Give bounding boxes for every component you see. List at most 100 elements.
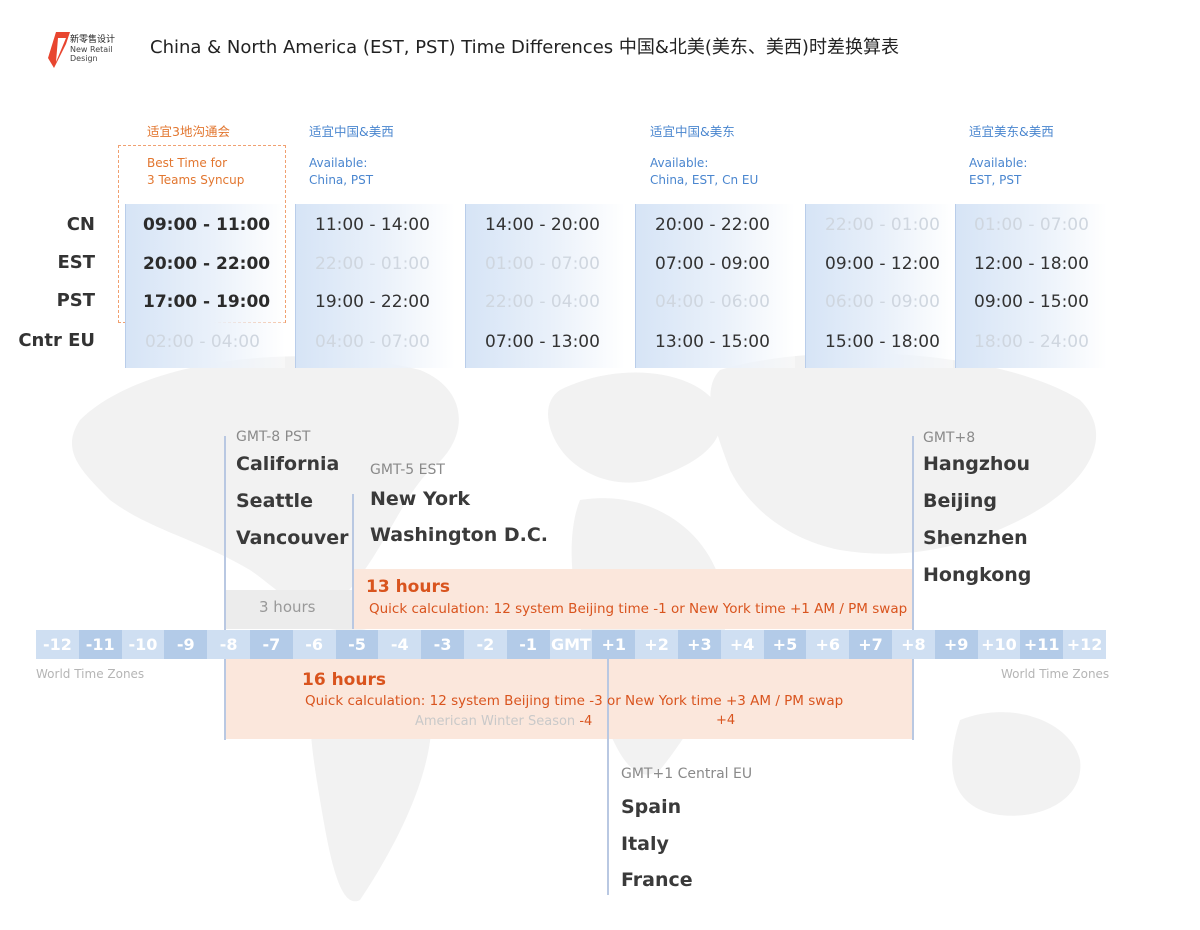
tz-cell: +12	[1063, 630, 1106, 659]
eu-zone-label: GMT+1 Central EU	[621, 766, 753, 782]
logo-text: 新零售设计 New Retail Design	[70, 35, 120, 64]
time-column-2: 11:00 - 14:00 22:00 - 01:00 19:00 - 22:0…	[295, 204, 455, 368]
tz-cell: +10	[977, 630, 1021, 659]
time-cell: 22:00 - 04:00	[485, 292, 600, 312]
city-hangzhou: Hangzhou	[923, 453, 1031, 475]
time-cell: 19:00 - 22:00	[315, 292, 430, 312]
est-pst-available-label: Available: EST, PST	[969, 155, 1027, 189]
logo-brand: 新零售设计	[70, 35, 116, 45]
time-cell: 07:00 - 13:00	[485, 332, 600, 352]
tz-cell: -1	[506, 630, 550, 659]
scale-caption-left: World Time Zones	[36, 667, 145, 681]
tz-cell: -6	[292, 630, 336, 659]
cn-zone-label: GMT+8	[923, 430, 976, 446]
row-label-cn: CN	[66, 214, 95, 235]
time-cell: 04:00 - 06:00	[655, 292, 770, 312]
scale-caption-right: World Time Zones	[1001, 667, 1110, 681]
cn-est-available-line1: Available:	[650, 156, 709, 170]
tz-cell: +6	[806, 630, 850, 659]
time-cell: 01:00 - 07:00	[485, 254, 600, 274]
time-column-3: 14:00 - 20:00 01:00 - 07:00 22:00 - 04:0…	[465, 204, 625, 368]
time-cell: 12:00 - 18:00	[974, 254, 1089, 274]
cn-pst-available-line1: Available:	[309, 156, 368, 170]
tz-cell: -12	[36, 630, 79, 659]
gmt-scale: -12 -11 -10 -9 -8 -7 -6 -5 -4 -3 -2 -1 GMT +1 +2 +3 +4 +5…	[36, 630, 1106, 659]
time-cell: 09:00 - 15:00	[974, 292, 1089, 312]
city-new-york: New York	[370, 488, 471, 510]
winter-plus: +4	[716, 713, 736, 728]
tz-cell: +4	[720, 630, 764, 659]
sixteen-hours-quick-calc: Quick calculation: 12 system Beijing tim…	[305, 693, 844, 709]
city-france: France	[621, 869, 693, 891]
time-column-4: 20:00 - 22:00 07:00 - 09:00 04:00 - 06:0…	[635, 204, 795, 368]
tz-cell: -2	[463, 630, 507, 659]
time-cell: 18:00 - 24:00	[974, 332, 1089, 352]
tz-cell: GMT	[549, 630, 593, 659]
best-time-en-label: Best Time for 3 Teams Syncup	[147, 155, 244, 189]
time-column-6: 01:00 - 07:00 12:00 - 18:00 09:00 - 15:0…	[955, 204, 1107, 368]
time-cell: 11:00 - 14:00	[315, 215, 430, 235]
tz-cell: +8	[891, 630, 935, 659]
city-hongkong: Hongkong	[923, 564, 1032, 586]
tz-cell: -4	[378, 630, 422, 659]
tz-cell: -9	[164, 630, 208, 659]
sixteen-hours-title: 16 hours	[302, 670, 386, 690]
time-cell: 09:00 - 12:00	[825, 254, 940, 274]
time-cell: 22:00 - 01:00	[315, 254, 430, 274]
time-cell: 01:00 - 07:00	[974, 215, 1089, 235]
tz-cell: +7	[849, 630, 892, 659]
thirteen-hours-quick-calc: Quick calculation: 12 system Beijing tim…	[369, 601, 908, 617]
thirteen-hours-title: 13 hours	[366, 577, 450, 597]
best-time-cn-label: 适宜3地沟通会	[147, 124, 230, 139]
city-shenzhen: Shenzhen	[923, 527, 1028, 549]
page-title: China & North America (EST, PST) Time Di…	[150, 37, 899, 58]
time-cell: 13:00 - 15:00	[655, 332, 770, 352]
cn-est-available-label: Available: China, EST, Cn EU	[650, 155, 758, 189]
time-cell: 09:00 - 11:00	[143, 215, 271, 235]
tz-cell: -7	[249, 630, 293, 659]
tz-cell: -8	[207, 630, 250, 659]
logo-sub-1: New Retail	[70, 45, 113, 54]
winter-season-text: American Winter Season	[415, 714, 576, 729]
time-cell: 15:00 - 18:00	[825, 332, 940, 352]
best-time-en-line1: Best Time for	[147, 156, 228, 170]
cn-pst-available-line2: China, PST	[309, 173, 374, 187]
cn-pst-cn-label: 适宜中国&美西	[309, 124, 394, 139]
tz-cell: -5	[335, 630, 379, 659]
city-washington-dc: Washington D.C.	[370, 524, 549, 546]
pst-zone-label: GMT-8 PST	[236, 429, 311, 445]
city-beijing: Beijing	[923, 490, 998, 512]
winter-season-label: American Winter Season -4	[415, 714, 592, 729]
est-pst-cn-label: 适宜美东&美西	[969, 124, 1054, 139]
tz-cell: -10	[121, 630, 165, 659]
est-pst-available-line2: EST, PST	[969, 173, 1022, 187]
row-label-est: EST	[57, 252, 95, 273]
time-cell: 14:00 - 20:00	[485, 215, 600, 235]
cn-pst-available-label: Available: China, PST	[309, 155, 373, 189]
time-cell: 20:00 - 22:00	[143, 254, 271, 274]
winter-minus: -4	[579, 714, 593, 729]
time-cell: 22:00 - 01:00	[825, 215, 940, 235]
time-cell: 20:00 - 22:00	[655, 215, 770, 235]
est-pst-available-line1: Available:	[969, 156, 1028, 170]
time-column-best: 09:00 - 11:00 20:00 - 22:00 17:00 - 19:0…	[125, 204, 285, 368]
est-zone-label: GMT-5 EST	[370, 462, 445, 478]
tz-cell: +9	[934, 630, 978, 659]
tz-cell: -11	[78, 630, 122, 659]
tz-cell: +2	[635, 630, 678, 659]
city-spain: Spain	[621, 796, 682, 818]
tz-cell: +11	[1020, 630, 1064, 659]
tz-cell: -3	[421, 630, 464, 659]
cn-est-available-line2: China, EST, Cn EU	[650, 173, 759, 187]
city-italy: Italy	[621, 833, 669, 855]
cn-guide-line	[912, 436, 914, 740]
time-cell: 07:00 - 09:00	[655, 254, 770, 274]
logo-sub-2: Design	[70, 54, 98, 63]
city-california: California	[236, 453, 340, 475]
time-column-5: 22:00 - 01:00 09:00 - 12:00 06:00 - 09:0…	[805, 204, 953, 368]
time-cell: 04:00 - 07:00	[315, 332, 430, 352]
three-hours-label: 3 hours	[259, 598, 316, 616]
cn-est-cn-label: 适宜中国&美东	[650, 124, 735, 139]
time-cell: 06:00 - 09:00	[825, 292, 940, 312]
tz-cell: +5	[763, 630, 807, 659]
